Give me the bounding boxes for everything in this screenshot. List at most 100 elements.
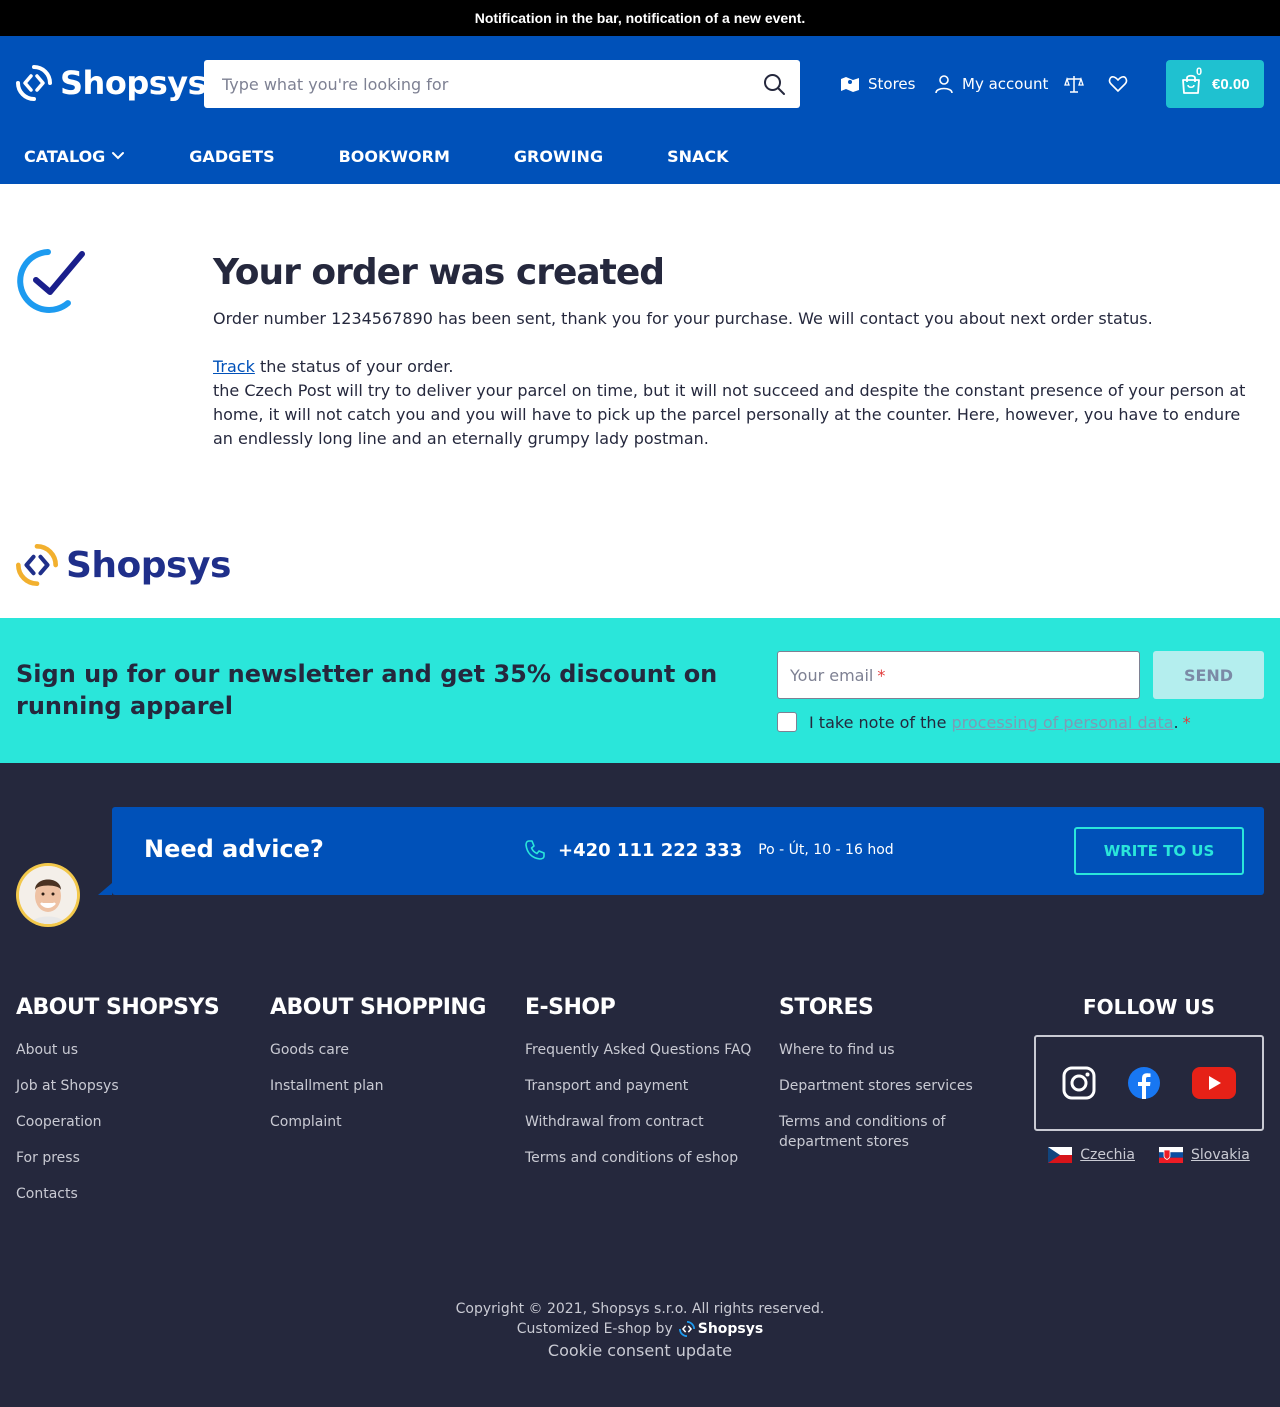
nav-label: Gadgets bbox=[189, 146, 275, 166]
required-mark: * bbox=[1182, 712, 1191, 732]
advice-banner: Need advice? +420 111 222 333 Po - Út, 1… bbox=[112, 807, 1264, 895]
order-success-check-icon bbox=[17, 249, 85, 313]
copyright-text: Copyright © 2021, Shopsys s.r.o. All rig… bbox=[455, 1301, 825, 1317]
footer-col-about-shopping: About shopping Goods care Installment pl… bbox=[270, 995, 486, 1148]
nav-label: Catalog bbox=[24, 146, 106, 166]
logo-text: Shopsys bbox=[60, 64, 207, 102]
nav-item-growing[interactable]: Growing bbox=[482, 138, 635, 174]
footer-col-about-shopsys: About Shopsys About us Job at Shopsys Co… bbox=[16, 995, 220, 1220]
nav-item-snack[interactable]: Snack bbox=[635, 138, 760, 174]
footer-col-stores: Stores Where to find us Department store… bbox=[779, 995, 979, 1168]
footer-col-eshop: E-shop Frequently Asked Questions FAQ Tr… bbox=[525, 995, 751, 1184]
footer-link[interactable]: Transport and payment bbox=[525, 1076, 751, 1096]
page-title: Your order was created bbox=[213, 252, 665, 293]
map-icon bbox=[841, 77, 859, 92]
search-icon[interactable] bbox=[762, 72, 786, 96]
nav-label: Bookworm bbox=[338, 146, 450, 166]
account-label: My account bbox=[962, 75, 1049, 93]
header: Shopsys Stores My account bbox=[0, 36, 1280, 184]
advisor-avatar bbox=[16, 863, 80, 927]
footer-col-title: About shopping bbox=[270, 995, 486, 1020]
cookie-consent-link[interactable]: Cookie consent update bbox=[0, 1341, 1280, 1361]
wishlist-link[interactable] bbox=[1108, 74, 1128, 94]
language-label: Czechia bbox=[1080, 1147, 1135, 1163]
footer-link[interactable]: Cooperation bbox=[16, 1112, 219, 1132]
footer-link[interactable]: Department stores services bbox=[779, 1076, 979, 1096]
cart-total: €0.00 bbox=[1212, 75, 1250, 93]
content-logo: Shopsys bbox=[16, 544, 231, 586]
newsletter-send-button[interactable]: SEND bbox=[1153, 651, 1264, 699]
youtube-icon[interactable] bbox=[1192, 1067, 1237, 1099]
notification-bar: Notification in the bar, notification of… bbox=[0, 0, 1280, 36]
privacy-link[interactable]: processing of personal data bbox=[952, 713, 1174, 732]
footer-link[interactable]: Where to find us bbox=[779, 1040, 979, 1060]
slovak-flag-icon bbox=[1158, 1147, 1183, 1163]
footer-link[interactable]: About us bbox=[16, 1040, 219, 1060]
footer-link[interactable]: Job at Shopsys bbox=[16, 1076, 219, 1096]
footer-link[interactable]: Installment plan bbox=[270, 1076, 486, 1096]
language-slovakia[interactable]: Slovakia bbox=[1158, 1147, 1250, 1163]
footer-link[interactable]: Terms and conditions of department store… bbox=[779, 1112, 979, 1152]
track-rest: the status of your order. bbox=[254, 357, 454, 376]
footer-col-title: E-shop bbox=[525, 995, 616, 1020]
footer-col-title: Stores bbox=[779, 995, 874, 1020]
required-mark: * bbox=[877, 665, 886, 685]
shipping-note: the Czech Post will try to deliver your … bbox=[213, 381, 1246, 448]
footer-col-title: About Shopsys bbox=[16, 995, 220, 1020]
social-links bbox=[1034, 1035, 1264, 1131]
shopsys-logo-icon bbox=[16, 65, 52, 101]
footer-link[interactable]: Contacts bbox=[16, 1184, 219, 1204]
footer: Need advice? +420 111 222 333 Po - Út, 1… bbox=[0, 763, 1280, 1407]
email-placeholder: Your email bbox=[790, 665, 874, 685]
search-box bbox=[204, 60, 800, 108]
nav-item-catalog[interactable]: Catalog bbox=[0, 138, 157, 174]
nav-item-gadgets[interactable]: Gadgets bbox=[157, 138, 306, 174]
footer-link[interactable]: Frequently Asked Questions FAQ bbox=[525, 1040, 751, 1060]
account-link[interactable]: My account bbox=[934, 74, 1048, 94]
cart-count-badge: 0 bbox=[1196, 66, 1203, 78]
stores-label: Stores bbox=[868, 75, 916, 93]
footer-link[interactable]: Goods care bbox=[270, 1040, 486, 1060]
follow-us: FOLLOW US Czechia Slovakia bbox=[1034, 995, 1264, 1163]
advisor-face-image bbox=[19, 866, 77, 924]
compare-scales-icon bbox=[1064, 76, 1084, 93]
shopsys-footer-logo[interactable]: Shopsys bbox=[678, 1319, 764, 1339]
follow-title: FOLLOW US bbox=[1082, 995, 1216, 1019]
brand-text: Shopsys bbox=[697, 1321, 764, 1337]
advice-phone: +420 111 222 333 Po - Út, 10 - 16 hod bbox=[524, 839, 894, 861]
footer-link[interactable]: Complaint bbox=[270, 1112, 486, 1132]
compare-link[interactable] bbox=[1064, 74, 1084, 94]
search-input[interactable] bbox=[204, 60, 800, 108]
footer-link[interactable]: Withdrawal from contract bbox=[525, 1112, 751, 1132]
phone-icon bbox=[525, 840, 545, 860]
instagram-icon[interactable] bbox=[1062, 1066, 1096, 1100]
consent-checkbox-row: I take note of the processing of persona… bbox=[777, 712, 1191, 732]
track-link[interactable]: Track bbox=[213, 357, 255, 376]
cart-button[interactable]: 0 €0.00 bbox=[1166, 60, 1264, 108]
customized-text: Customized E-shop by bbox=[516, 1321, 673, 1337]
language-czechia[interactable]: Czechia bbox=[1048, 1147, 1135, 1163]
advice-bubble-tail bbox=[98, 883, 112, 895]
nav-label: Growing bbox=[513, 146, 604, 166]
stores-link[interactable]: Stores bbox=[840, 74, 915, 94]
order-content: Your order was created Order number 1234… bbox=[213, 252, 1265, 451]
consent-checkbox[interactable] bbox=[777, 712, 797, 732]
write-to-us-button[interactable]: WRITE TO US bbox=[1074, 827, 1244, 875]
shopsys-logo-icon bbox=[678, 1321, 695, 1337]
newsletter-section: Sign up for our newsletter and get 35% d… bbox=[0, 618, 1280, 763]
header-logo[interactable]: Shopsys bbox=[16, 64, 207, 102]
advice-title: Need advice? bbox=[144, 835, 324, 863]
shopsys-logo-icon bbox=[16, 544, 58, 586]
track-line: Track the status of your order. bbox=[213, 355, 1265, 379]
newsletter-email-field[interactable]: Your email * bbox=[777, 651, 1140, 699]
copyright: Copyright © 2021, Shopsys s.r.o. All rig… bbox=[0, 1299, 1280, 1361]
order-message: Order number 1234567890 has been sent, t… bbox=[213, 309, 1153, 328]
language-label: Slovakia bbox=[1190, 1147, 1250, 1163]
phone-hours: Po - Út, 10 - 16 hod bbox=[758, 842, 894, 858]
facebook-icon[interactable] bbox=[1127, 1066, 1161, 1100]
footer-link[interactable]: For press bbox=[16, 1148, 219, 1168]
nav-item-bookworm[interactable]: Bookworm bbox=[307, 138, 482, 174]
phone-number[interactable]: +420 111 222 333 bbox=[558, 840, 742, 861]
footer-link[interactable]: Terms and conditions of eshop bbox=[525, 1148, 751, 1168]
order-confirmation: Your order was created Order number 1234… bbox=[0, 184, 1280, 618]
